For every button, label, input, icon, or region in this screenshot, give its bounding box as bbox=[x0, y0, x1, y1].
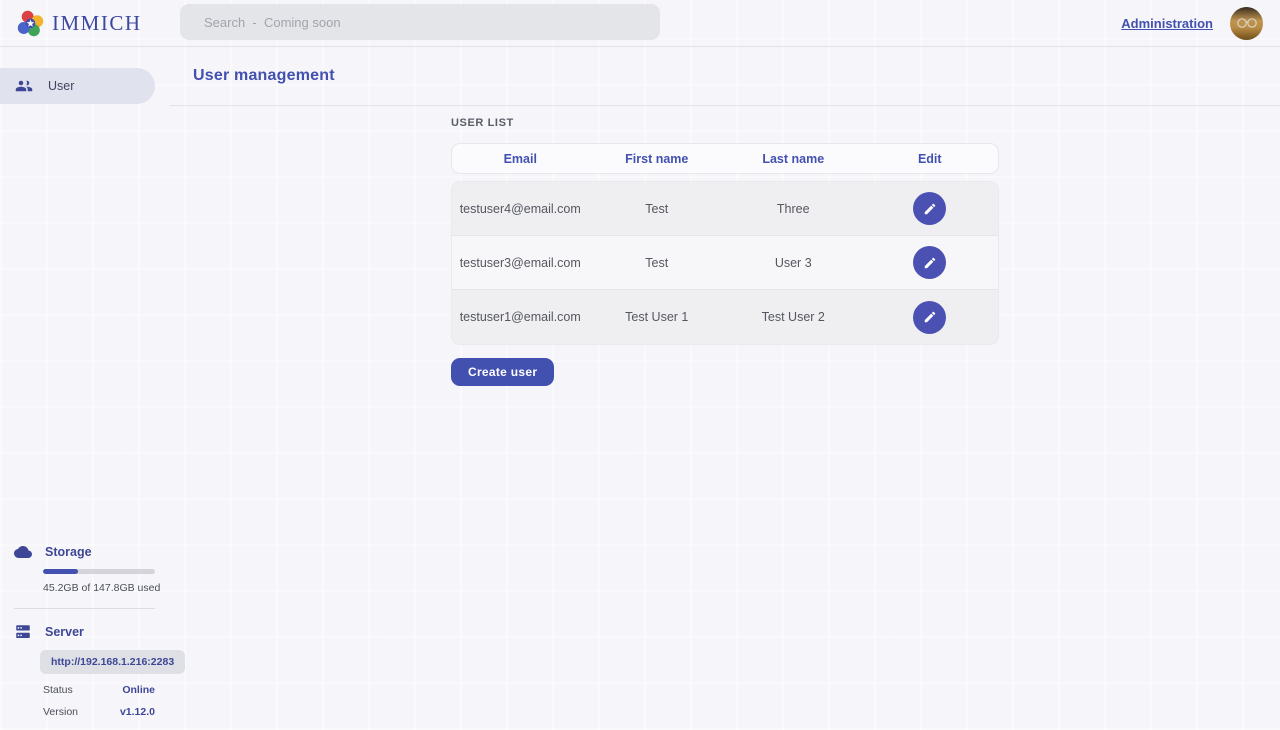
app-logo: IMMICH bbox=[0, 10, 142, 37]
column-header-email: Email bbox=[452, 152, 589, 166]
user-last-name: User 3 bbox=[725, 256, 862, 270]
user-table: testuser4@email.com Test Three t bbox=[451, 181, 999, 345]
sidebar: User Storage 45.2GB of 147.8GB used bbox=[0, 47, 170, 730]
storage-progress-bar bbox=[43, 569, 155, 574]
user-first-name: Test bbox=[589, 256, 726, 270]
pencil-icon bbox=[923, 202, 937, 216]
user-email: testuser4@email.com bbox=[452, 202, 589, 216]
pencil-icon bbox=[923, 256, 937, 270]
server-title: Server bbox=[45, 625, 84, 639]
user-last-name: Test User 2 bbox=[725, 310, 862, 324]
storage-progress-fill bbox=[43, 569, 78, 574]
server-version-value: v1.12.0 bbox=[120, 706, 155, 718]
users-icon bbox=[15, 77, 33, 95]
glasses-icon bbox=[1236, 17, 1258, 29]
app-title: IMMICH bbox=[52, 11, 142, 36]
column-header-last-name: Last name bbox=[725, 152, 862, 166]
server-icon bbox=[14, 623, 32, 641]
user-last-name: Three bbox=[725, 202, 862, 216]
server-status-label: Status bbox=[43, 684, 73, 696]
server-status-row: Status Online bbox=[43, 684, 155, 696]
page-title: User management bbox=[193, 67, 335, 85]
user-first-name: Test bbox=[589, 202, 726, 216]
administration-link[interactable]: Administration bbox=[1121, 16, 1213, 31]
edit-user-button[interactable] bbox=[913, 192, 946, 225]
pencil-icon bbox=[923, 310, 937, 324]
server-version-label: Version bbox=[43, 706, 78, 718]
app-header: IMMICH Administration bbox=[0, 0, 1280, 47]
user-email: testuser3@email.com bbox=[452, 256, 589, 270]
server-version-row: Version v1.12.0 bbox=[43, 706, 155, 718]
storage-header: Storage bbox=[0, 543, 170, 561]
user-avatar[interactable] bbox=[1230, 7, 1263, 40]
storage-title: Storage bbox=[45, 545, 92, 559]
user-email: testuser1@email.com bbox=[452, 310, 589, 324]
sidebar-item-label: User bbox=[48, 79, 74, 93]
storage-usage-text: 45.2GB of 147.8GB used bbox=[43, 582, 170, 594]
server-header: Server bbox=[0, 623, 170, 641]
user-list-heading: USER LIST bbox=[451, 117, 999, 129]
server-status-value: Online bbox=[122, 684, 155, 696]
user-table-header: Email First name Last name Edit bbox=[451, 143, 999, 174]
server-url-chip: http://192.168.1.216:2283 bbox=[40, 650, 185, 674]
page-titlebar: User management bbox=[170, 47, 1280, 106]
edit-user-button[interactable] bbox=[913, 246, 946, 279]
sidebar-item-user[interactable]: User bbox=[0, 68, 155, 104]
edit-user-button[interactable] bbox=[913, 301, 946, 334]
user-first-name: Test User 1 bbox=[589, 310, 726, 324]
cloud-icon bbox=[14, 543, 32, 561]
column-header-first-name: First name bbox=[589, 152, 726, 166]
table-row: testuser4@email.com Test Three bbox=[452, 182, 998, 236]
main-content: User management USER LIST Email First na… bbox=[170, 47, 1280, 730]
table-row: testuser3@email.com Test User 3 bbox=[452, 236, 998, 290]
immich-flower-icon bbox=[17, 10, 44, 37]
column-header-edit: Edit bbox=[862, 152, 999, 166]
table-row: testuser1@email.com Test User 1 Test Use… bbox=[452, 290, 998, 344]
sidebar-divider bbox=[14, 608, 155, 609]
create-user-button[interactable]: Create user bbox=[451, 358, 554, 386]
search-input[interactable] bbox=[180, 4, 660, 40]
sidebar-status-panel: Storage 45.2GB of 147.8GB used Server ht… bbox=[0, 543, 170, 718]
